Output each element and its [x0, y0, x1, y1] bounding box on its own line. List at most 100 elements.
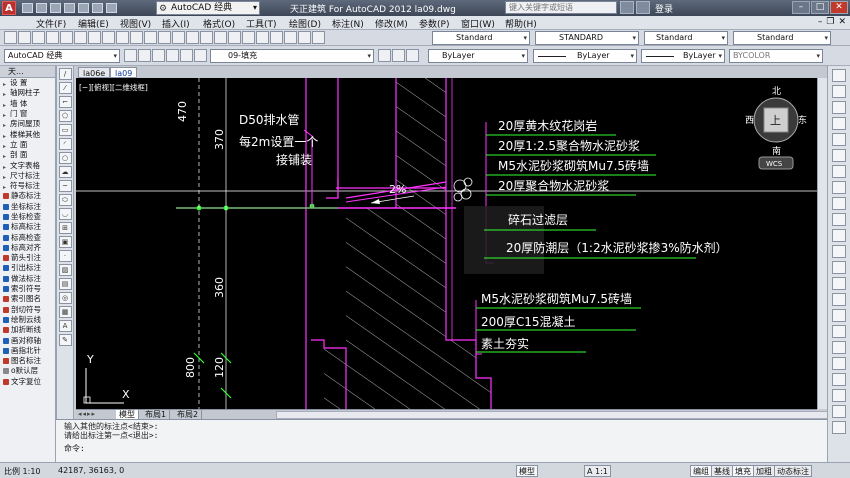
- markup-icon[interactable]: [284, 31, 297, 44]
- save-icon[interactable]: [50, 3, 61, 13]
- layer-color-icon[interactable]: [194, 49, 207, 62]
- rotate-icon[interactable]: [832, 165, 846, 178]
- search-icon[interactable]: [620, 1, 634, 14]
- dimension-tools-icon[interactable]: [832, 373, 846, 386]
- tab-la06e[interactable]: la06e: [78, 67, 111, 78]
- drawing-scale[interactable]: 比例 1:10: [4, 466, 41, 477]
- dim-style-select[interactable]: STANDARD ▾: [535, 31, 639, 45]
- user-icon[interactable]: [636, 1, 650, 14]
- mleader-style-select[interactable]: Standard ▾: [733, 31, 831, 45]
- panel-item[interactable]: 标高检查: [0, 232, 55, 242]
- horizontal-scrollbar[interactable]: [276, 411, 850, 419]
- make-current-icon[interactable]: [378, 49, 391, 62]
- zoom-tool-icon[interactable]: [832, 405, 846, 418]
- layer-tools-icon[interactable]: [832, 357, 846, 370]
- ellipse-arc-icon[interactable]: ◡: [58, 208, 72, 220]
- sheet-set-icon[interactable]: [270, 31, 283, 44]
- menu-format[interactable]: 格式(O): [203, 17, 235, 30]
- toggle-group[interactable]: 编组: [690, 465, 712, 477]
- break-at-point-icon[interactable]: [832, 245, 846, 258]
- layer-previous-icon[interactable]: [392, 49, 405, 62]
- circle-icon[interactable]: ○: [58, 152, 72, 164]
- panel-item[interactable]: ▸ 立 面: [0, 140, 55, 150]
- panel-item[interactable]: o默认层: [0, 366, 55, 376]
- menu-file[interactable]: 文件(F): [36, 17, 66, 30]
- table-style-select[interactable]: Standard ▾: [644, 31, 728, 45]
- ellipse-icon[interactable]: ⬭: [58, 194, 72, 206]
- minimize-button[interactable]: –: [792, 1, 810, 14]
- array-icon[interactable]: [832, 133, 846, 146]
- panel-item[interactable]: 标高标注: [0, 222, 55, 232]
- mirror-icon[interactable]: [832, 101, 846, 114]
- panel-item[interactable]: ▸ 符号标注: [0, 181, 55, 191]
- panel-item[interactable]: 画对称轴: [0, 335, 55, 345]
- tool-palettes-icon[interactable]: [256, 31, 269, 44]
- new-file-icon[interactable]: [22, 3, 33, 13]
- panel-item[interactable]: ▸ 轴网柱子: [0, 88, 55, 98]
- tab-nav-arrows[interactable]: ◂◂▸▸: [78, 410, 96, 418]
- panel-item[interactable]: 加折断线: [0, 325, 55, 335]
- panel-item[interactable]: 画指北针: [0, 346, 55, 356]
- maximize-button[interactable]: □: [811, 1, 829, 14]
- panel-item[interactable]: ▸ 文字表格: [0, 160, 55, 171]
- panel-item[interactable]: 引出标注: [0, 263, 55, 273]
- plot-icon[interactable]: [78, 3, 89, 13]
- doc-minimize-button[interactable]: –: [818, 17, 823, 27]
- panel-item[interactable]: 索引符号: [0, 284, 55, 294]
- lock-icon[interactable]: [180, 49, 193, 62]
- panel-item[interactable]: ▸ 尺寸标注: [0, 171, 55, 181]
- trim-icon[interactable]: [832, 213, 846, 226]
- doc-close-button[interactable]: ✕: [838, 17, 846, 27]
- viewport-controls[interactable]: [−][俯视][二维线框]: [79, 82, 148, 93]
- layer-select[interactable]: 09-填充 ▾: [210, 49, 374, 63]
- panel-item[interactable]: 坐标检查: [0, 212, 55, 222]
- redo-icon[interactable]: [158, 31, 171, 44]
- move-icon[interactable]: [832, 149, 846, 162]
- menu-tools[interactable]: 工具(T): [246, 17, 277, 30]
- gradient-icon[interactable]: ▤: [58, 278, 72, 290]
- doc-restore-button[interactable]: ❐: [826, 17, 834, 27]
- viewcube[interactable]: 上 北 南 东 西 WCS: [745, 86, 807, 170]
- lightbulb-icon[interactable]: [152, 49, 165, 62]
- cut-icon[interactable]: [88, 31, 101, 44]
- panel-item[interactable]: 文字复位: [0, 377, 55, 387]
- command-line[interactable]: 输入其他的标注点<结束>: 请给出标注第一点<退出>: 命令:: [56, 419, 836, 462]
- gear-icon[interactable]: [124, 49, 137, 62]
- insert-block-icon[interactable]: ⊞: [58, 222, 72, 234]
- polyline-icon[interactable]: ⌐: [58, 96, 72, 108]
- menu-modify[interactable]: 修改(M): [375, 17, 408, 30]
- menu-parametric[interactable]: 参数(P): [419, 17, 449, 30]
- close-button[interactable]: ✕: [830, 1, 848, 14]
- menu-dimension[interactable]: 标注(N): [332, 17, 364, 30]
- panel-item[interactable]: 绘制云线: [0, 315, 55, 325]
- autocad-logo-icon[interactable]: A: [2, 1, 16, 15]
- panel-item[interactable]: 标高对齐: [0, 243, 55, 253]
- properties-icon[interactable]: [228, 31, 241, 44]
- pan-icon[interactable]: [172, 31, 185, 44]
- region-icon[interactable]: ◎: [58, 292, 72, 304]
- panel-item[interactable]: 索引图名: [0, 294, 55, 304]
- break-icon[interactable]: [832, 261, 846, 274]
- copy-icon[interactable]: [102, 31, 115, 44]
- color-select[interactable]: ByLayer ▾: [428, 49, 528, 63]
- rectangle-icon[interactable]: ▭: [58, 124, 72, 136]
- toggle-dynamic-dim[interactable]: 动态标注: [774, 465, 812, 477]
- panel-item[interactable]: ▸ 墙 体: [0, 99, 55, 109]
- panel-item[interactable]: ▸ 门 窗: [0, 109, 55, 119]
- match-properties-icon[interactable]: [130, 31, 143, 44]
- save-icon[interactable]: [32, 31, 45, 44]
- polygon-icon[interactable]: ⬠: [58, 110, 72, 122]
- open-file-icon[interactable]: [36, 3, 47, 13]
- arc-icon[interactable]: ◜: [58, 138, 72, 150]
- blend-icon[interactable]: [832, 325, 846, 338]
- make-block-icon[interactable]: ▣: [58, 236, 72, 248]
- menu-window[interactable]: 窗口(W): [461, 17, 495, 30]
- redo-icon[interactable]: [106, 3, 117, 13]
- orbit-tool-icon[interactable]: [832, 421, 846, 434]
- toggle-hatch[interactable]: 填充: [732, 465, 754, 477]
- new-icon[interactable]: [4, 31, 17, 44]
- lineweight-select[interactable]: ByLayer ▾: [641, 49, 725, 63]
- print-icon[interactable]: [46, 31, 59, 44]
- point-icon[interactable]: ·: [58, 250, 72, 262]
- menu-edit[interactable]: 编辑(E): [78, 17, 109, 30]
